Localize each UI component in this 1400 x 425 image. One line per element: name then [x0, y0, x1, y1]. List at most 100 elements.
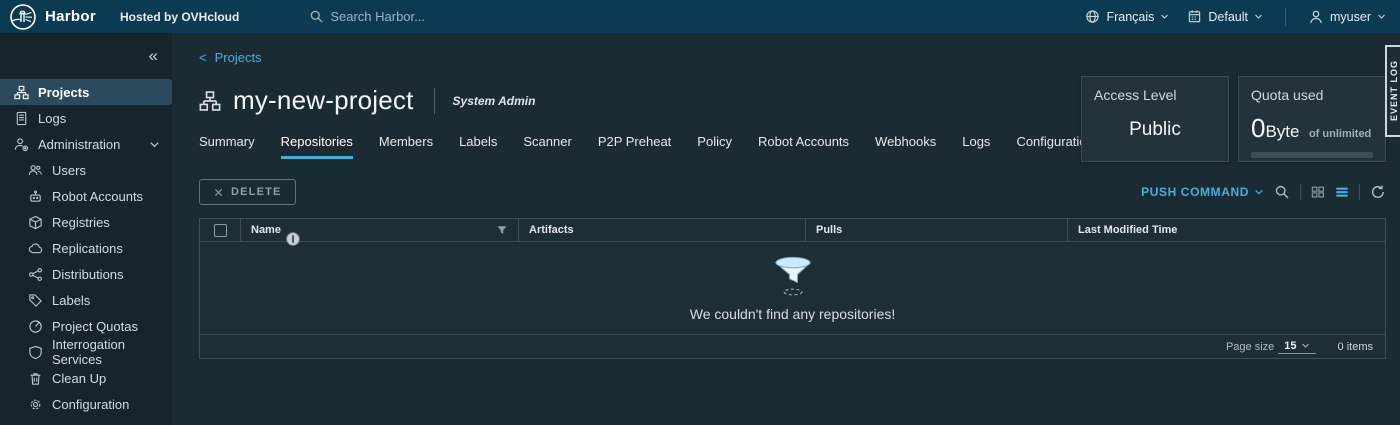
tab-p2p-preheat[interactable]: P2P Preheat [598, 134, 671, 159]
distributions-icon [28, 267, 43, 282]
sidebar: « Projects Logs Administration Users [0, 33, 172, 425]
sidebar-item-label: Projects [38, 85, 89, 100]
sidebar-item-project-quotas[interactable]: Project Quotas [0, 313, 172, 339]
quota-limit-label: of unlimited [1309, 128, 1371, 140]
card-view-toggle-button[interactable] [1311, 185, 1325, 199]
page-title: my-new-project [233, 85, 414, 116]
access-level-value: Public [1094, 119, 1216, 141]
sidebar-item-clean-up[interactable]: Clean Up [0, 365, 172, 391]
quota-value: 0 [1251, 113, 1265, 143]
theme-label: Default [1208, 10, 1248, 24]
push-command-label: PUSH COMMAND [1141, 185, 1249, 199]
shield-icon [28, 345, 43, 360]
search-repositories-button[interactable] [1274, 184, 1290, 200]
tab-webhooks[interactable]: Webhooks [875, 134, 936, 159]
table-footer: Page size 15 0 items [200, 334, 1385, 358]
administration-icon [14, 137, 29, 152]
sidebar-item-administration[interactable]: Administration [0, 131, 172, 157]
robot-icon [28, 189, 43, 204]
column-resize-handle[interactable] [286, 232, 300, 246]
hosted-by-label: Hosted by OVHcloud [120, 10, 239, 24]
access-level-title: Access Level [1094, 87, 1216, 103]
breadcrumb[interactable]: < Projects [199, 33, 262, 65]
name-filter-button[interactable] [496, 224, 508, 236]
tab-scanner[interactable]: Scanner [523, 134, 571, 159]
sidebar-item-registries[interactable]: Registries [0, 209, 172, 235]
tab-robot-accounts[interactable]: Robot Accounts [758, 134, 849, 159]
user-icon [1308, 9, 1324, 25]
sidebar-item-projects[interactable]: Projects [0, 79, 172, 105]
sidebar-item-users[interactable]: Users [0, 157, 172, 183]
quota-meter-icon [28, 319, 43, 334]
table-header-row: Name Artifacts Pulls Last Modified Time [200, 219, 1385, 242]
tab-labels[interactable]: Labels [459, 134, 497, 159]
brand-title: Harbor [45, 8, 96, 25]
delete-button[interactable]: DELETE [199, 179, 296, 205]
access-level-card: Access Level Public [1081, 76, 1229, 162]
refresh-icon [1370, 184, 1386, 200]
sidebar-item-robot-accounts[interactable]: Robot Accounts [0, 183, 172, 209]
sidebar-collapse-button[interactable]: « [149, 47, 158, 64]
harbor-logo-icon [10, 4, 36, 30]
sidebar-item-label: Distributions [52, 267, 124, 282]
sidebar-item-labels[interactable]: Labels [0, 287, 172, 313]
sidebar-item-interrogation-services[interactable]: Interrogation Services [0, 339, 172, 365]
sidebar-item-logs[interactable]: Logs [0, 105, 172, 131]
breadcrumb-back-arrow: < [199, 50, 207, 65]
title-divider [434, 88, 435, 114]
filter-icon [496, 224, 508, 236]
list-view-icon [1335, 185, 1349, 199]
page-size-label: Page size [1226, 341, 1274, 353]
search-input[interactable] [330, 9, 650, 24]
delete-button-label: DELETE [231, 186, 282, 198]
chevron-down-icon [1301, 341, 1310, 350]
theme-dropdown[interactable]: Default [1187, 9, 1263, 24]
sidebar-item-label: Project Quotas [52, 319, 138, 334]
repositories-table: Name Artifacts Pulls Last Modified Time [199, 218, 1386, 359]
column-header-artifacts[interactable]: Artifacts [529, 224, 574, 236]
column-header-pulls[interactable]: Pulls [816, 224, 842, 236]
close-icon [213, 187, 224, 198]
tab-logs[interactable]: Logs [962, 134, 990, 159]
empty-state: We couldn't find any repositories! [200, 242, 1385, 334]
tab-summary[interactable]: Summary [199, 134, 255, 159]
sidebar-item-label: Configuration [52, 397, 129, 412]
project-icon [199, 90, 221, 112]
event-log-tab[interactable]: EVENT LOG [1385, 45, 1400, 137]
empty-message: We couldn't find any repositories! [690, 306, 896, 322]
sidebar-item-label: Users [52, 163, 86, 178]
breadcrumb-projects-link[interactable]: Projects [215, 50, 262, 65]
grid-view-icon [1311, 185, 1325, 199]
page-size-select[interactable]: 15 [1278, 340, 1315, 354]
role-badge: System Admin [453, 94, 536, 108]
global-search[interactable] [309, 9, 1085, 24]
gear-icon [28, 397, 43, 412]
chevron-down-icon [1254, 187, 1264, 197]
push-command-dropdown[interactable]: PUSH COMMAND [1141, 185, 1264, 199]
tab-repositories[interactable]: Repositories [281, 134, 353, 159]
quota-used-card: Quota used 0Byte of unlimited [1238, 76, 1386, 162]
items-count: 0 items [1338, 341, 1373, 353]
sidebar-item-distributions[interactable]: Distributions [0, 261, 172, 287]
column-header-name[interactable]: Name [251, 224, 281, 236]
sidebar-item-configuration[interactable]: Configuration [0, 391, 172, 417]
column-header-last-modified[interactable]: Last Modified Time [1078, 224, 1177, 236]
search-icon [309, 9, 324, 24]
page-size-value: 15 [1284, 340, 1296, 352]
list-view-toggle-button[interactable] [1335, 185, 1349, 199]
sidebar-item-label: Administration [38, 137, 120, 152]
language-label: Français [1106, 10, 1154, 24]
event-log-label: EVENT LOG [1389, 60, 1399, 121]
sidebar-item-replications[interactable]: Replications [0, 235, 172, 261]
toolbar-divider [1300, 184, 1301, 200]
tab-members[interactable]: Members [379, 134, 433, 159]
select-all-checkbox[interactable] [214, 224, 227, 237]
user-menu[interactable]: myuser [1308, 9, 1386, 25]
language-dropdown[interactable]: Français [1085, 9, 1169, 24]
tab-policy[interactable]: Policy [697, 134, 732, 159]
search-icon [1274, 184, 1290, 200]
chevron-down-icon [1254, 12, 1263, 21]
refresh-button[interactable] [1370, 184, 1386, 200]
users-icon [28, 163, 43, 178]
registries-icon [28, 215, 43, 230]
